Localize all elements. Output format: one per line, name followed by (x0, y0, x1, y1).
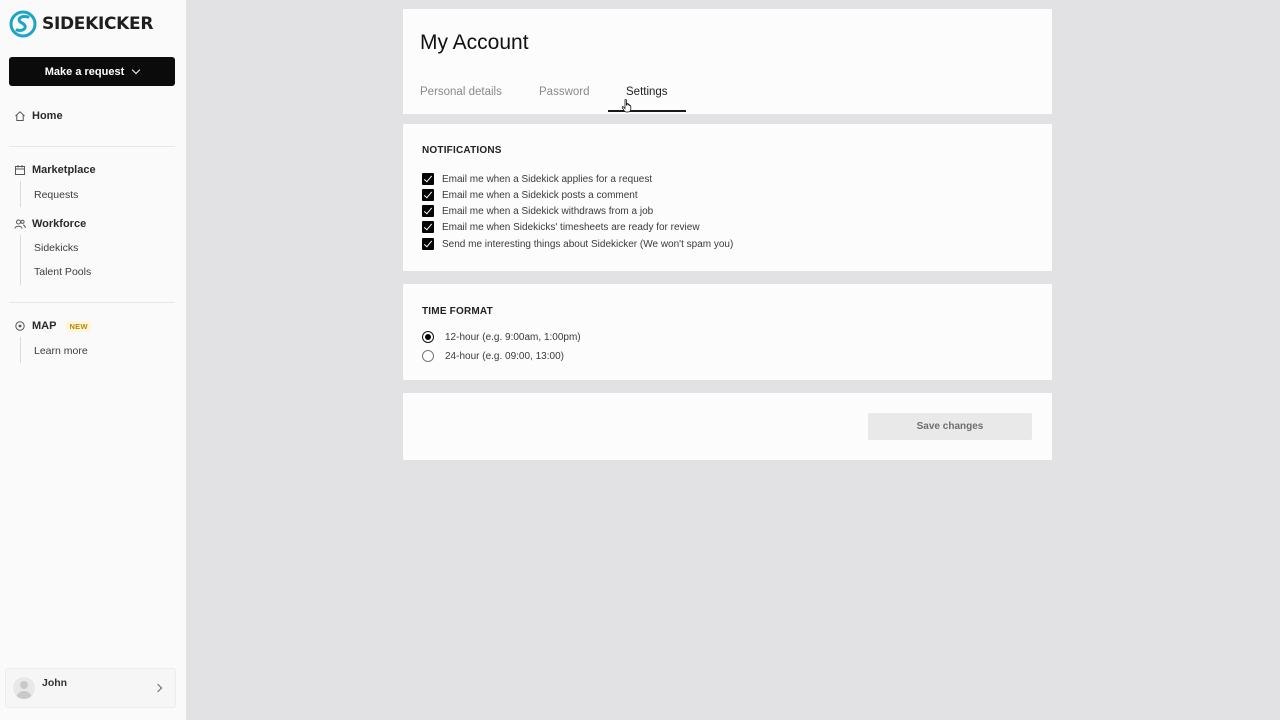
hand-cursor-icon (621, 99, 632, 113)
checkbox[interactable] (422, 173, 434, 185)
radio-button[interactable] (422, 331, 434, 343)
calendar-icon (15, 165, 25, 175)
sidebar-item-requests[interactable]: Requests (34, 189, 78, 201)
checkbox[interactable] (422, 221, 434, 233)
make-request-button[interactable]: Make a request (9, 57, 175, 86)
checkbox[interactable] (422, 238, 434, 250)
sidebar-item-marketplace[interactable]: Marketplace (14, 164, 96, 176)
time-format-option-24h: 24-hour (e.g. 09:00, 13:00) (422, 350, 564, 362)
sidebar-item-learn-more[interactable]: Learn more (34, 345, 88, 357)
sidebar-item-talent-pools[interactable]: Talent Pools (34, 266, 91, 278)
notification-option: Email me when Sidekicks' timesheets are … (422, 221, 700, 233)
make-request-label: Make a request (44, 65, 125, 78)
sidebar-item-label: Workforce (32, 218, 87, 230)
notification-option: Email me when a Sidekick applies for a r… (422, 173, 652, 185)
sidebar-item-workforce[interactable]: Workforce (14, 218, 86, 230)
notification-option: Email me when a Sidekick posts a comment (422, 189, 638, 201)
notification-option: Email me when a Sidekick withdraws from … (422, 205, 653, 217)
active-tab-indicator (608, 110, 686, 112)
sidebar-divider (9, 302, 175, 303)
account-header: My Account Personal details Password Set… (403, 9, 1052, 114)
radio-button[interactable] (422, 350, 434, 362)
brand-name: SIDEKICKER (42, 14, 154, 34)
sidekicker-logo-icon (9, 10, 37, 38)
sidebar-item-label: Marketplace (32, 164, 96, 176)
time-format-card: TIME FORMAT 12-hour (e.g. 9:00am, 1:00pm… (403, 284, 1052, 380)
time-format-title: TIME FORMAT (422, 306, 493, 317)
actions-card: Save changes (403, 393, 1052, 460)
avatar (13, 677, 35, 699)
sidebar-divider (9, 146, 175, 147)
sidebar-subnav-line (20, 235, 21, 285)
sidebar: SIDEKICKER Make a request Home Marketpla… (0, 0, 187, 720)
sidebar-item-label: Home (32, 110, 63, 122)
chevron-down-icon (131, 65, 141, 75)
notification-label: Email me when a Sidekick withdraws from … (442, 205, 654, 217)
notifications-card: NOTIFICATIONS Email me when a Sidekick a… (403, 124, 1052, 271)
sidebar-subnav-line (20, 181, 21, 207)
notification-label: Email me when a Sidekick posts a comment (442, 189, 638, 201)
home-icon (15, 111, 25, 121)
users-icon (14, 219, 26, 229)
tab-password[interactable]: Password (539, 86, 590, 98)
page-title: My Account (420, 31, 529, 54)
notification-label: Send me interesting things about Sidekic… (442, 238, 734, 250)
tab-personal-details[interactable]: Personal details (420, 86, 502, 98)
tab-settings[interactable]: Settings (626, 86, 668, 98)
time-format-option-12h: 12-hour (e.g. 9:00am, 1:00pm) (422, 331, 581, 343)
time-format-label: 24-hour (e.g. 09:00, 13:00) (445, 350, 564, 362)
notification-label: Email me when a Sidekick applies for a r… (442, 173, 653, 185)
checkbox[interactable] (422, 205, 434, 217)
map-pin-icon (15, 321, 25, 331)
sidebar-item-label: MAP (32, 320, 57, 332)
sidebar-item-sidekicks[interactable]: Sidekicks (34, 242, 78, 254)
sidebar-item-home[interactable]: Home (14, 110, 63, 122)
checkbox[interactable] (422, 189, 434, 201)
sidebar-subnav-line (20, 337, 21, 363)
user-name: John (42, 677, 68, 689)
notification-label: Email me when Sidekicks' timesheets are … (442, 221, 700, 233)
chevron-right-icon (153, 683, 163, 693)
save-changes-button[interactable]: Save changes (868, 413, 1032, 440)
notifications-title: NOTIFICATIONS (422, 145, 502, 156)
brand-logo[interactable]: SIDEKICKER (9, 9, 153, 39)
time-format-label: 12-hour (e.g. 9:00am, 1:00pm) (445, 331, 581, 343)
user-menu[interactable]: John (5, 668, 176, 708)
notification-option: Send me interesting things about Sidekic… (422, 238, 733, 250)
new-badge: NEW (66, 320, 91, 332)
sidebar-item-map[interactable]: MAP NEW (14, 320, 91, 332)
